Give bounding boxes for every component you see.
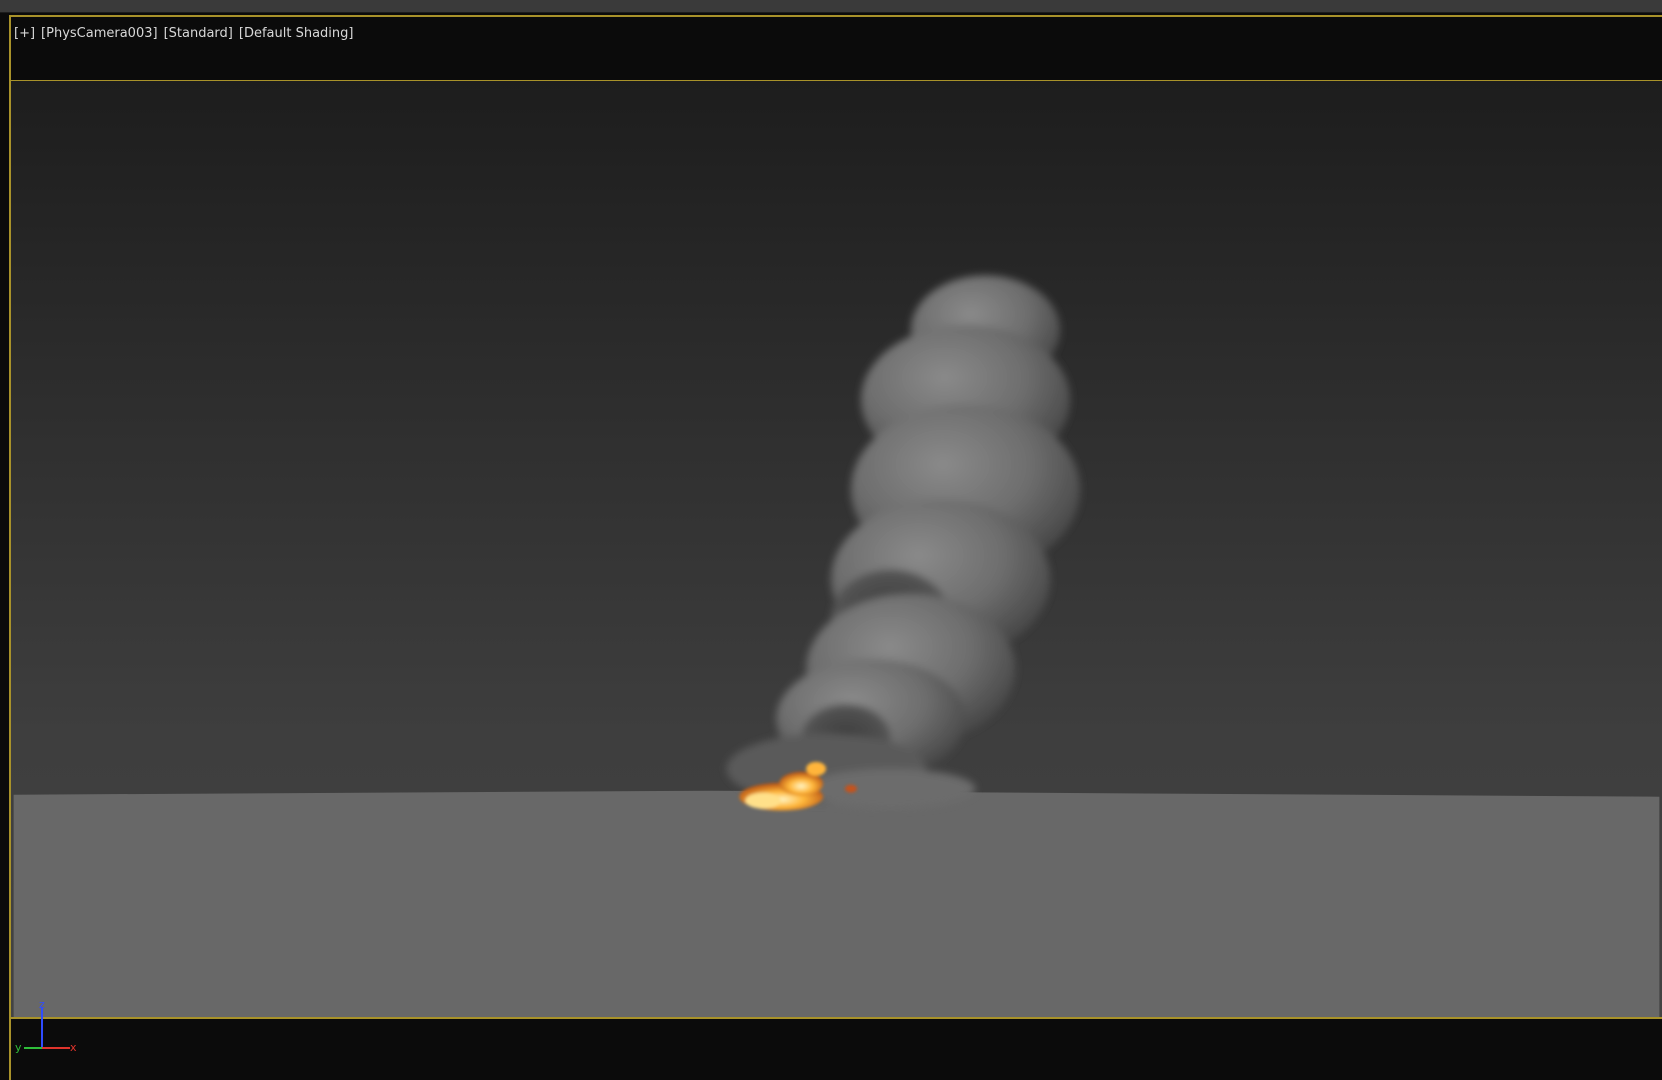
smoke-plume: [726, 275, 1081, 809]
viewport-bottom-bar: [11, 1021, 1662, 1080]
viewport-stylistic-menu[interactable]: [Standard]: [164, 26, 233, 41]
ground-plane: [13, 790, 1660, 1017]
camera-safe-frame[interactable]: [11, 80, 1662, 1019]
y-axis-label: y: [15, 1041, 22, 1054]
viewport-point-of-view-menu[interactable]: [PhysCamera003]: [41, 26, 158, 41]
viewport-shading-menu[interactable]: [Default Shading]: [239, 26, 354, 41]
viewport-general-menu[interactable]: [+]: [14, 26, 35, 41]
world-axis-tripod: z y x: [15, 1000, 77, 1054]
scene-render: [13, 275, 1660, 1017]
viewport-top-toolbar-strip: [0, 0, 1662, 13]
z-axis-label: z: [39, 1000, 45, 1011]
viewport-label-menu[interactable]: [+] [PhysCamera003] [Standard] [Default …: [14, 26, 353, 41]
app-window: [+] [PhysCamera003] [Standard] [Default …: [0, 0, 1662, 1080]
x-axis-label: x: [70, 1041, 77, 1054]
